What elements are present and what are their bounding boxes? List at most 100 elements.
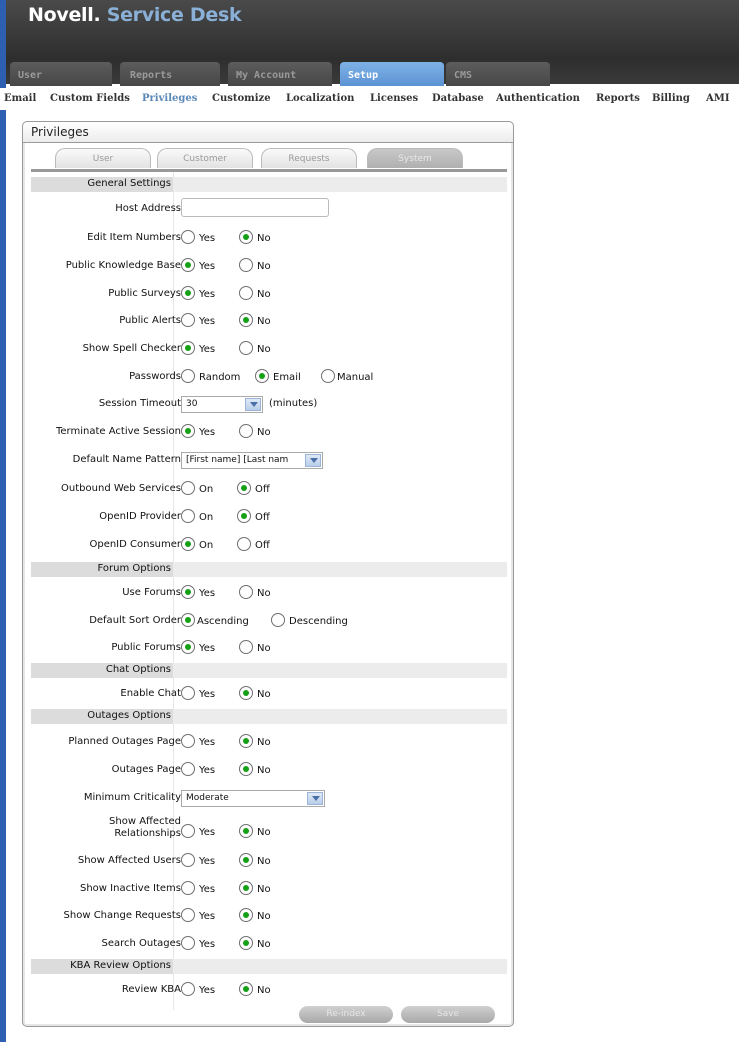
field-label-line1: Show Affected <box>109 816 181 827</box>
main-tab-user[interactable]: User <box>10 62 112 86</box>
radio-openid-consumer-off[interactable] <box>237 537 251 551</box>
radio-label: Yes <box>199 643 216 654</box>
subnav-customize[interactable]: Customize <box>212 93 271 104</box>
radio-outbound-ws-off[interactable] <box>237 481 251 495</box>
main-tab-my-account[interactable]: My Account <box>228 62 332 86</box>
radio-label: No <box>257 689 271 700</box>
radio-affected-users-no[interactable] <box>239 853 253 867</box>
radio-public-alerts-no[interactable] <box>239 313 253 327</box>
radio-label: Yes <box>199 856 216 867</box>
subnav-ami[interactable]: AMI <box>706 93 730 104</box>
host-address-input[interactable] <box>181 198 329 217</box>
radio-label: Yes <box>199 427 216 438</box>
radio-edit-item-numbers-no[interactable] <box>239 230 253 244</box>
radio-affected-rel-yes[interactable] <box>181 824 195 838</box>
tab-system[interactable]: System <box>367 148 463 168</box>
radio-enable-chat-yes[interactable] <box>181 686 195 700</box>
reindex-button[interactable]: Re-index <box>299 1006 393 1023</box>
radio-search-outages-no[interactable] <box>239 936 253 950</box>
radio-planned-outages-no[interactable] <box>239 734 253 748</box>
subnav-custom-fields[interactable]: Custom Fields <box>50 93 130 104</box>
radio-public-forums-yes[interactable] <box>181 640 195 654</box>
radio-use-forums-no[interactable] <box>239 585 253 599</box>
radio-enable-chat-no[interactable] <box>239 686 253 700</box>
radio-use-forums-yes[interactable] <box>181 585 195 599</box>
radio-affected-rel-no[interactable] <box>239 824 253 838</box>
chevron-down-icon[interactable] <box>245 398 261 411</box>
radio-openid-provider-on[interactable] <box>181 509 195 523</box>
main-tab-cms[interactable]: CMS <box>446 62 550 86</box>
select-value: 30 <box>186 399 198 409</box>
radio-change-requests-yes[interactable] <box>181 908 195 922</box>
radio-sort-ascending[interactable] <box>181 613 195 627</box>
main-tab-setup[interactable]: Setup <box>340 62 444 86</box>
section-general-settings: General Settings <box>31 177 507 192</box>
field-label: Show Affected Users <box>77 855 181 866</box>
radio-review-kba-yes[interactable] <box>181 982 195 996</box>
field-label: Session Timeout <box>98 398 181 409</box>
section-kba-review-options: KBA Review Options <box>31 959 507 974</box>
radio-planned-outages-yes[interactable] <box>181 734 195 748</box>
chevron-down-icon[interactable] <box>307 792 323 805</box>
radio-passwords-random[interactable] <box>181 369 195 383</box>
radio-label: No <box>257 427 271 438</box>
tab-user[interactable]: User <box>55 148 151 168</box>
main-tab-reports[interactable]: Reports <box>120 62 220 86</box>
chevron-down-icon[interactable] <box>305 454 321 467</box>
radio-label: No <box>257 643 271 654</box>
field-label: Use Forums <box>122 587 181 598</box>
radio-inactive-items-yes[interactable] <box>181 881 195 895</box>
field-label: Review KBA <box>121 984 181 995</box>
radio-passwords-manual[interactable] <box>321 369 335 383</box>
section-label: KBA Review Options <box>70 960 171 971</box>
radio-public-alerts-yes[interactable] <box>181 313 195 327</box>
tab-requests[interactable]: Requests <box>261 148 357 168</box>
save-button[interactable]: Save <box>401 1006 495 1023</box>
radio-label: No <box>257 289 271 300</box>
subnav-localization[interactable]: Localization <box>286 93 354 104</box>
radio-spell-checker-no[interactable] <box>239 341 253 355</box>
left-accent-bar <box>0 0 6 1042</box>
field-label: Outages Page <box>111 764 181 775</box>
name-pattern-select[interactable]: [First name] [Last nam <box>181 452 323 469</box>
select-value: [First name] [Last nam <box>186 455 289 465</box>
radio-outages-page-yes[interactable] <box>181 762 195 776</box>
field-label: OpenID Consumer <box>89 539 181 550</box>
subnav-authentication[interactable]: Authentication <box>496 93 580 104</box>
subnav-billing[interactable]: Billing <box>652 93 690 104</box>
subnav-email[interactable]: Email <box>4 93 36 104</box>
radio-public-forums-no[interactable] <box>239 640 253 654</box>
radio-public-surveys-yes[interactable] <box>181 286 195 300</box>
radio-spell-checker-yes[interactable] <box>181 341 195 355</box>
subnav-database[interactable]: Database <box>432 93 484 104</box>
subnav-privileges[interactable]: Privileges <box>142 93 197 104</box>
radio-affected-users-yes[interactable] <box>181 853 195 867</box>
radio-openid-consumer-on[interactable] <box>181 537 195 551</box>
radio-sort-descending[interactable] <box>271 613 285 627</box>
radio-change-requests-no[interactable] <box>239 908 253 922</box>
radio-public-surveys-no[interactable] <box>239 286 253 300</box>
field-label: Default Sort Order <box>89 615 181 626</box>
radio-public-kb-no[interactable] <box>239 258 253 272</box>
field-label: Show Change Requests <box>63 910 181 921</box>
subnav-licenses[interactable]: Licenses <box>370 93 418 104</box>
radio-public-kb-yes[interactable] <box>181 258 195 272</box>
tab-customer[interactable]: Customer <box>157 148 253 168</box>
radio-terminate-session-yes[interactable] <box>181 424 195 438</box>
radio-terminate-session-no[interactable] <box>239 424 253 438</box>
radio-inactive-items-no[interactable] <box>239 881 253 895</box>
field-label-line2: Relationships <box>114 828 181 839</box>
field-label: Public Forums <box>111 642 181 653</box>
radio-outages-page-no[interactable] <box>239 762 253 776</box>
field-label: Edit Item Numbers <box>87 232 181 243</box>
radio-passwords-email[interactable] <box>255 369 269 383</box>
radio-review-kba-no[interactable] <box>239 982 253 996</box>
radio-openid-provider-off[interactable] <box>237 509 251 523</box>
subnav-reports[interactable]: Reports <box>596 93 640 104</box>
radio-search-outages-yes[interactable] <box>181 936 195 950</box>
minimum-criticality-select[interactable]: Moderate <box>181 790 325 807</box>
radio-edit-item-numbers-yes[interactable] <box>181 230 195 244</box>
radio-outbound-ws-on[interactable] <box>181 481 195 495</box>
radio-label: No <box>257 316 271 327</box>
session-timeout-select[interactable]: 30 <box>181 396 263 413</box>
